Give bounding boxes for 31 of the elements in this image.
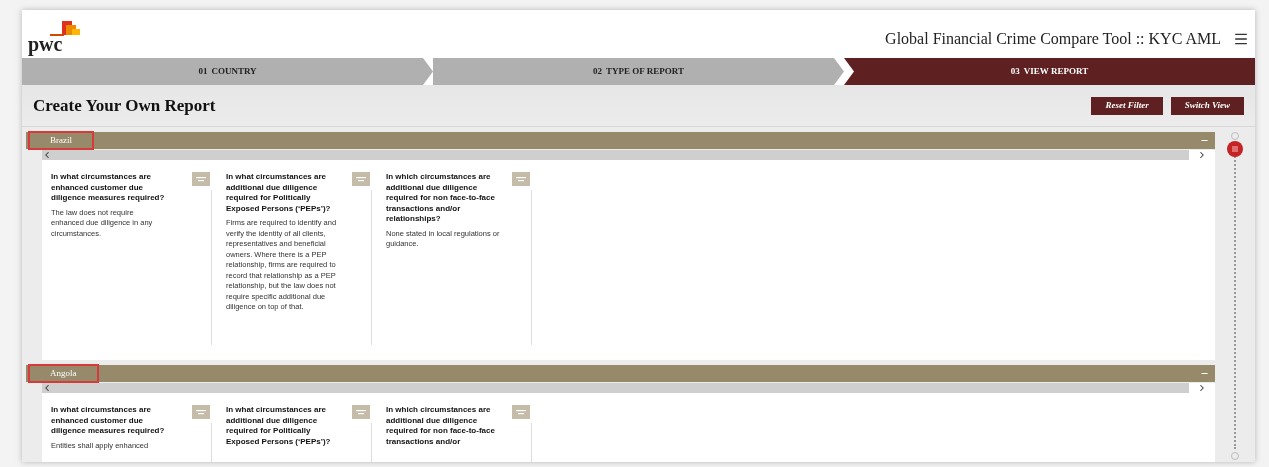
question-text: In what circumstances are additional due diligence required for Politically Exposed Persons (‘PEPs’)? [226, 405, 332, 447]
step-tab[interactable]: 01 COUNTRY [22, 58, 433, 85]
menu-icon[interactable] [1233, 31, 1249, 47]
horizontal-scrollbar[interactable] [42, 150, 1189, 160]
slider-track[interactable] [1227, 141, 1243, 451]
filter-button[interactable] [192, 405, 210, 419]
question-text: In what circumstances are enhanced customer due diligence measures required? [51, 172, 166, 204]
step-tab[interactable]: 03 VIEW REPORT [844, 58, 1255, 85]
step-tab[interactable]: 02 TYPE OF REPORT [433, 58, 844, 85]
question-text: In what circumstances are additional due diligence required for Politically Exposed Persons (‘PEPs’)? [226, 172, 332, 214]
filter-button[interactable] [512, 405, 530, 419]
filter-button[interactable] [352, 405, 370, 419]
app-title: Global Financial Crime Compare Tool :: KYC AML [885, 29, 1221, 50]
scroll-right-icon[interactable] [1197, 150, 1207, 160]
filter-button[interactable] [192, 172, 210, 186]
scroll-left-icon[interactable] [42, 383, 52, 393]
slider-thumb[interactable] [1227, 141, 1243, 157]
filter-button[interactable] [352, 172, 370, 186]
scroll-down-icon[interactable] [1231, 452, 1239, 460]
filter-button[interactable] [512, 172, 530, 186]
question-text: In which circumstances are additional due diligence required for non face-to-face transactions and/or [386, 405, 496, 447]
toolbar-button[interactable]: Reset Filter [1091, 96, 1163, 115]
logo-blocks-icon [48, 21, 82, 37]
scroll-left-icon[interactable] [42, 150, 52, 160]
question-text: In which circumstances are additional due diligence required for non face-to-face transactions and/or relationships? [386, 172, 496, 225]
scroll-right-icon[interactable] [1197, 383, 1207, 393]
page-title: Create Your Own Report [33, 94, 216, 117]
horizontal-scrollbar[interactable] [42, 383, 1189, 393]
toolbar-button[interactable]: Switch View [1170, 96, 1244, 115]
scroll-up-icon[interactable] [1231, 132, 1239, 140]
question-text: In what circumstances are enhanced customer due diligence measures required? [51, 405, 166, 437]
